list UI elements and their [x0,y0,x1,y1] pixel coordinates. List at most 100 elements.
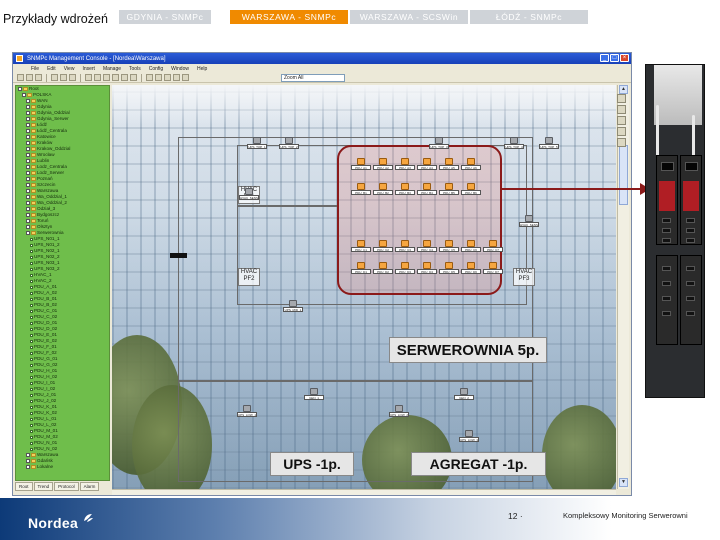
zoom-out-icon[interactable] [103,74,110,81]
device-node[interactable]: UPS_LOW_2 [389,405,409,419]
minimize-button[interactable]: _ [600,54,609,62]
expander-icon[interactable] [26,105,30,109]
device-node[interactable]: UPS_TOP_1 [247,137,267,151]
expander-icon[interactable] [26,99,30,103]
device-node[interactable]: PDU_A3 [395,158,415,172]
expander-icon[interactable] [26,453,30,457]
device-node[interactable]: HVAC_SENS_1 [519,215,539,229]
device-node[interactable]: PDU_C5 [439,240,459,254]
tab-warszawa-snmpc[interactable]: WARSZAWA - SNMPc [230,10,348,24]
paste-icon[interactable] [69,74,76,81]
device-node[interactable]: PDU_D2 [373,262,393,276]
tree-tab-root[interactable]: Root [15,482,33,491]
expander-icon[interactable] [26,141,30,145]
device-node[interactable]: PDU_B5 [439,183,459,197]
device-node[interactable]: PDU_D7 [483,262,503,276]
scroll-up-icon[interactable]: ▲ [619,85,628,94]
expander-icon[interactable] [26,225,30,229]
device-node[interactable]: PDU_B3 [395,183,415,197]
device-node[interactable]: UPS_MID_1 [283,300,303,314]
device-node[interactable]: PDU_C4 [417,240,437,254]
copy-icon[interactable] [60,74,67,81]
expander-icon[interactable] [26,207,30,211]
menu-item-tools[interactable]: Tools [129,66,141,72]
menu-item-edit[interactable]: Edit [47,66,56,72]
expander-icon[interactable] [26,129,30,133]
expander-icon[interactable] [26,189,30,193]
expander-icon[interactable] [26,117,30,121]
side-tool-icon[interactable] [617,138,626,147]
side-tool-icon[interactable] [617,116,626,125]
side-tool-icon[interactable] [617,105,626,114]
expander-icon[interactable] [26,153,30,157]
hvac-unit[interactable]: HVAC PF2 [238,268,260,286]
expander-icon[interactable] [26,201,30,205]
device-node[interactable]: PDU_B6 [461,183,481,197]
undo-icon[interactable] [85,74,92,81]
expander-icon[interactable] [26,171,30,175]
select-icon[interactable] [112,74,119,81]
device-node[interactable]: PDU_C1 [351,240,371,254]
scroll-down-icon[interactable]: ▼ [619,478,628,487]
expander-icon[interactable] [22,93,26,97]
menu-item-window[interactable]: Window [171,66,189,72]
device-node[interactable]: HVAC_SENS_2 [239,188,259,202]
maximize-button[interactable]: □ [610,54,619,62]
device-node[interactable]: UPS_LOW_3 [459,430,479,444]
expander-icon[interactable] [26,177,30,181]
poll-icon[interactable] [173,74,180,81]
device-node[interactable]: UPS_TOP_5 [539,137,559,151]
tab-warszawa-scswin[interactable]: WARSZAWA - SCSWin [350,10,468,24]
device-node[interactable]: PDU_A1 [351,158,371,172]
zoom-in-icon[interactable] [94,74,101,81]
device-icon[interactable] [130,74,137,81]
side-tool-icon[interactable] [617,94,626,103]
device-node[interactable]: PDU_B1 [351,183,371,197]
expander-icon[interactable] [26,231,30,235]
tree-tab-protocol[interactable]: Protocol [54,482,79,491]
tab-lodz-snmpc[interactable]: ŁÓDŹ - SNMPc [470,10,588,24]
expander-icon[interactable] [26,165,30,169]
close-button[interactable]: × [620,54,629,62]
expander-icon[interactable] [26,219,30,223]
expander-icon[interactable] [26,183,30,187]
device-node[interactable]: PDU_C7 [483,240,503,254]
device-node[interactable]: PDU_C6 [461,240,481,254]
link-icon[interactable] [121,74,128,81]
tree-tab-trend[interactable]: Trend [33,482,54,491]
side-tool-icon[interactable] [617,127,626,136]
expander-icon[interactable] [26,159,30,163]
open-icon[interactable] [26,74,33,81]
tab-gdynia-snmpc[interactable]: GDYNIA - SNMPc [119,10,211,24]
horizontal-scrollbar[interactable] [112,489,616,495]
expander-icon[interactable] [26,111,30,115]
expander-icon[interactable] [26,147,30,151]
expander-icon[interactable] [26,135,30,139]
network-tree[interactable]: Root POLSKA WAN Gdynia Gdynia_Oddzial Gdynia_… [15,85,110,481]
device-node[interactable]: PDU_D6 [461,262,481,276]
expander-icon[interactable] [26,459,30,463]
device-node[interactable]: PDU_D4 [417,262,437,276]
device-node[interactable]: UPS_TOP_4 [504,137,524,151]
expander-icon[interactable] [26,195,30,199]
new-icon[interactable] [17,74,24,81]
cut-icon[interactable] [51,74,58,81]
menu-item-insert[interactable]: Insert [82,66,95,72]
device-node[interactable]: PDU_D1 [351,262,371,276]
tree-item[interactable]: Lokalne [16,464,109,470]
device-node[interactable]: PDU_A4 [417,158,437,172]
device-node[interactable]: GEN_2 [454,388,474,402]
menu-item-help[interactable]: Help [197,66,207,72]
device-node[interactable]: UPS_TOP_2 [279,137,299,151]
device-node[interactable]: PDU_C3 [395,240,415,254]
device-node[interactable]: GEN_1 [304,388,324,402]
device-node[interactable]: PDU_B4 [417,183,437,197]
device-node[interactable]: PDU_D3 [395,262,415,276]
menu-item-view[interactable]: View [64,66,75,72]
device-node[interactable]: PDU_B2 [373,183,393,197]
help-icon[interactable] [182,74,189,81]
tree-tab-alarm[interactable]: Alarm [79,482,100,491]
hvac-unit[interactable]: HVAC PF3 [513,268,535,286]
expander-icon[interactable] [18,87,22,91]
alarm-icon[interactable] [155,74,162,81]
